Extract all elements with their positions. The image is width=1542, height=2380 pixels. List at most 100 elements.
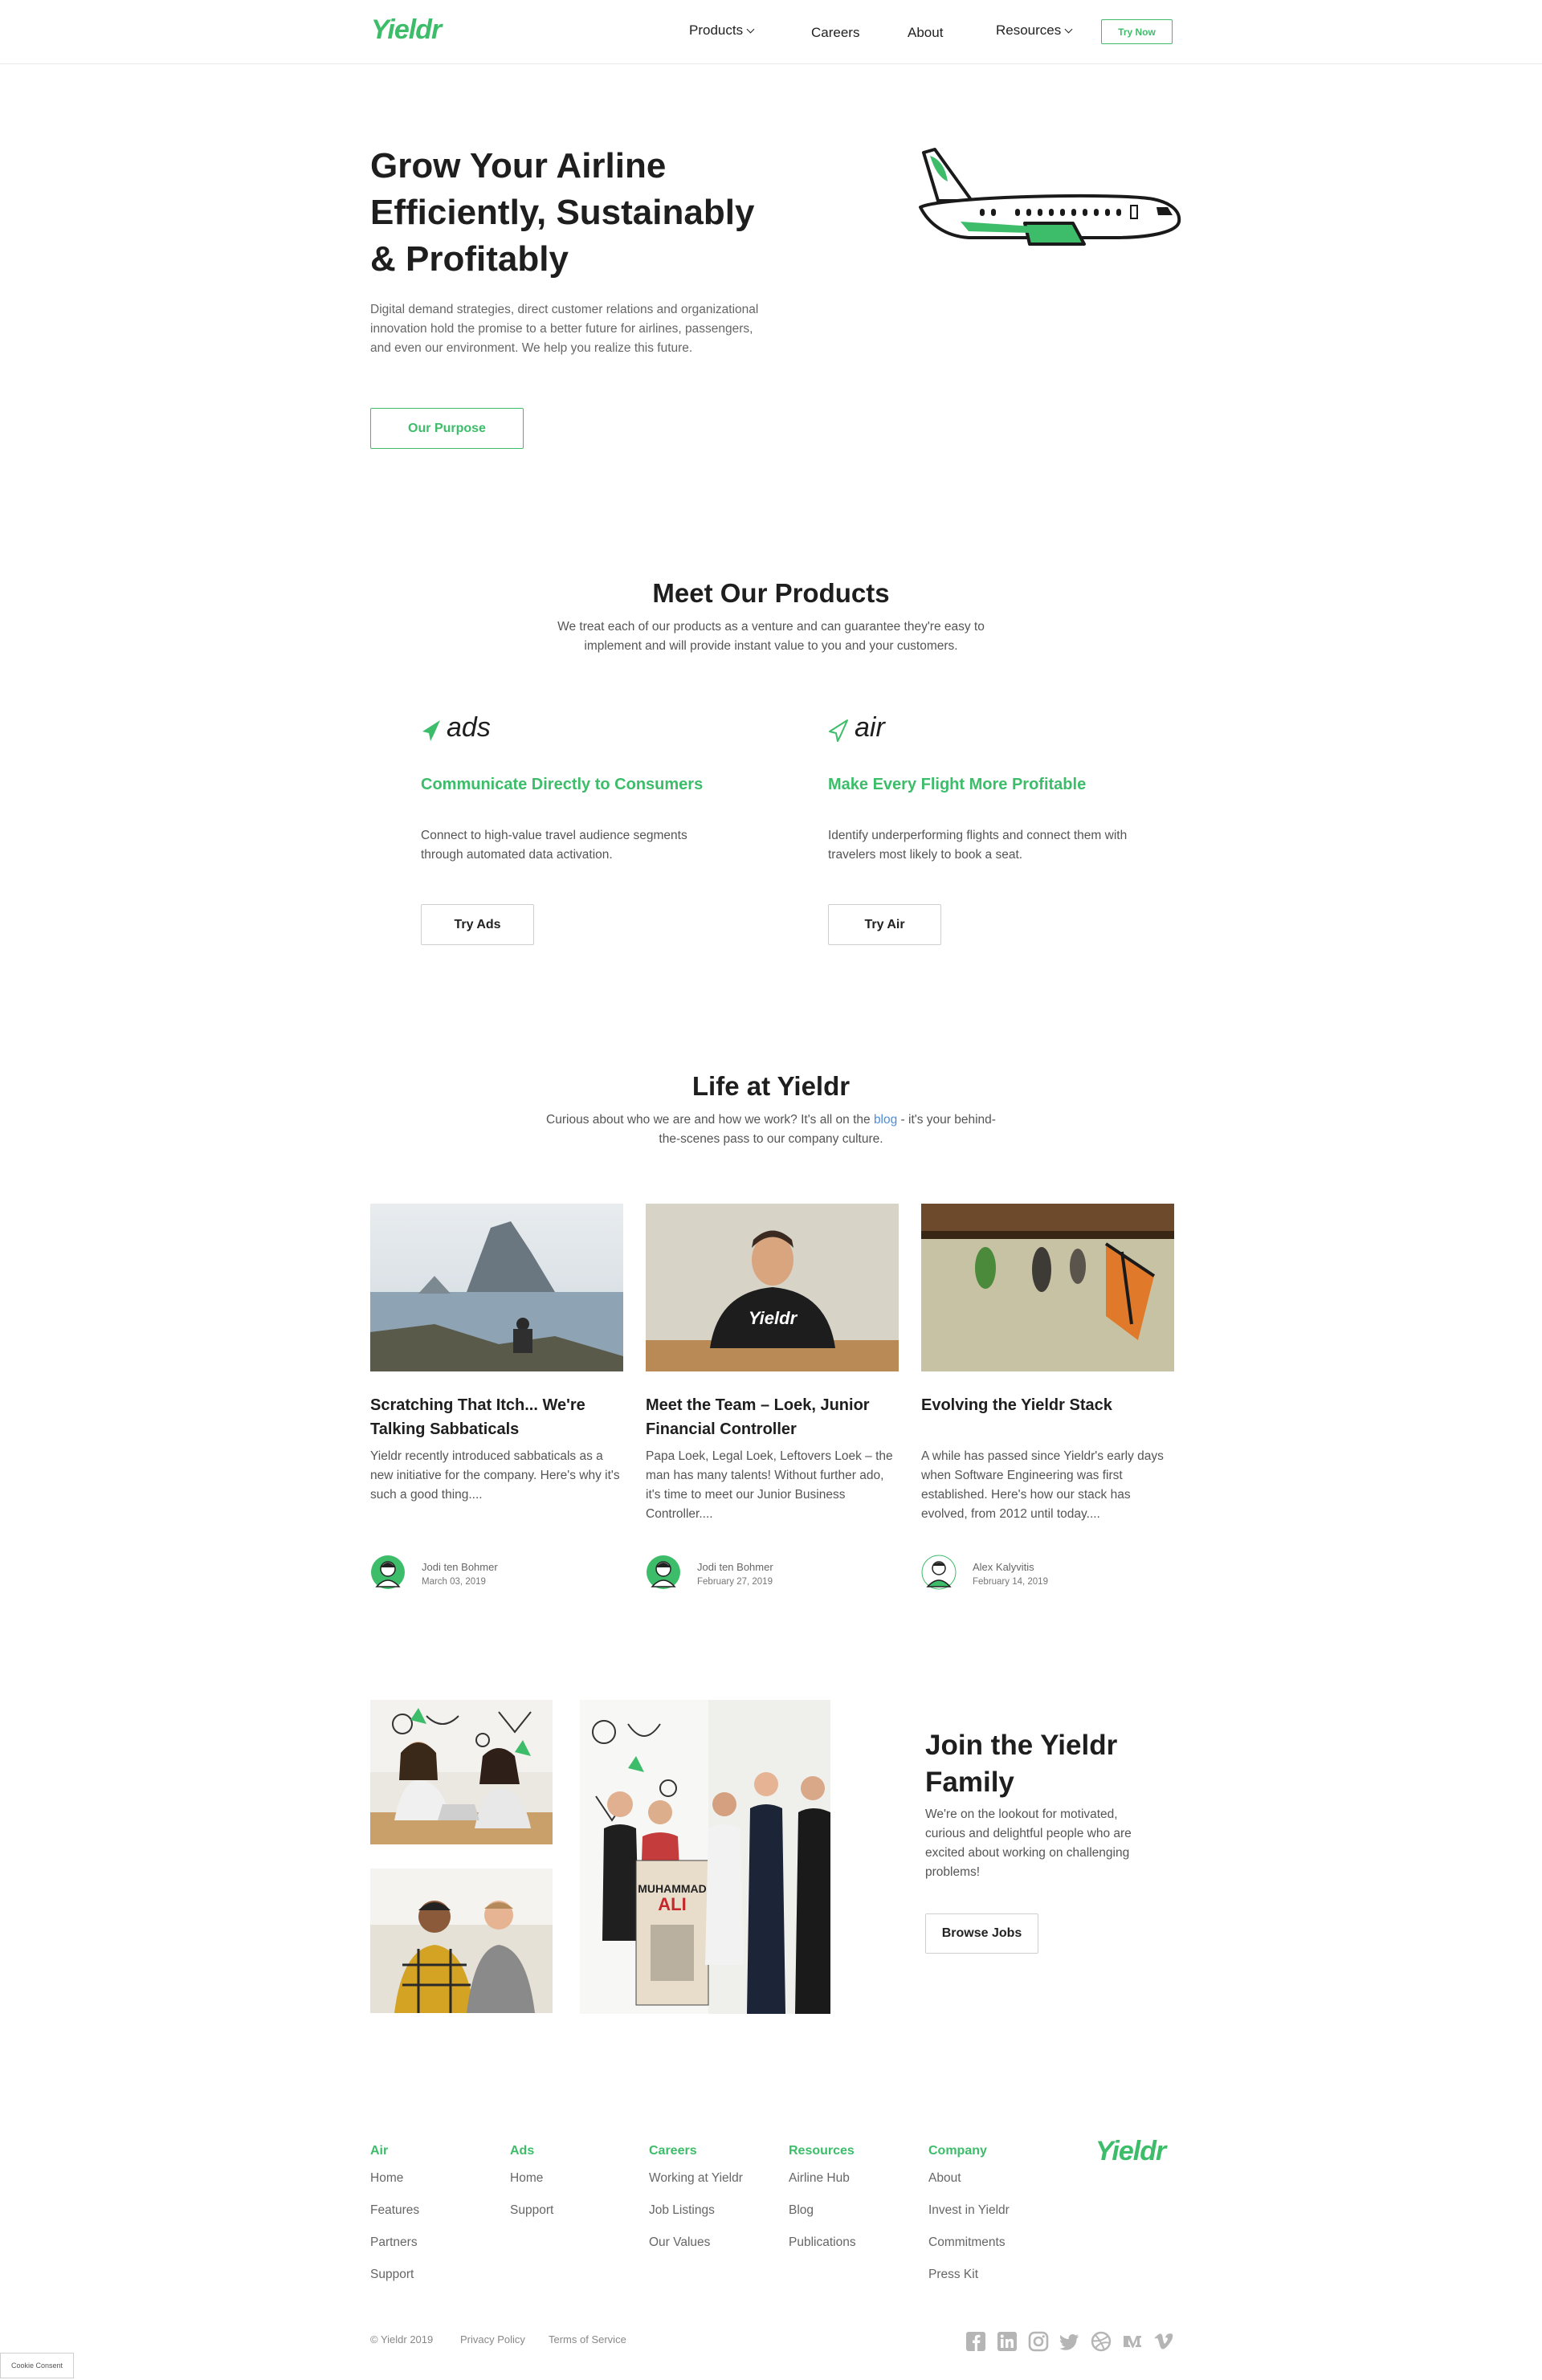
footer-heading-resources: Resources [789,2144,855,2158]
blog-title[interactable]: Evolving the Yieldr Stack [921,1393,1174,1417]
blog-title[interactable]: Scratching That Itch... We're Talking Sa… [370,1393,623,1441]
post-date: March 03, 2019 [422,1577,486,1587]
air-logo-text: air [855,712,885,743]
cookie-consent-button[interactable]: Cookie Consent [0,2353,74,2378]
footer-link[interactable]: About [928,2171,961,2186]
nav-resources-label: Resources [996,22,1062,38]
author-avatar [647,1555,680,1589]
island-photo[interactable] [370,1204,623,1371]
blog-title[interactable]: Meet the Team – Loek, Junior Financial C… [646,1393,899,1441]
footer-link[interactable]: Blog [789,2203,814,2218]
footer-link[interactable]: Features [370,2203,419,2218]
ads-description: Connect to high-value travel audience se… [421,829,687,862]
blog-excerpt: Papa Loek, Legal Loek, Leftovers Loek – … [646,1449,893,1521]
hero-description: Digital demand strategies, direct custom… [370,303,759,355]
instagram-icon[interactable] [1028,2331,1049,2352]
try-air-button[interactable]: Try Air [828,904,941,945]
site-header: Yieldr Products Careers About Resources … [0,0,1542,64]
air-description: Identify underperforming flights and con… [828,829,1128,862]
twitter-icon[interactable] [1059,2331,1080,2352]
try-ads-button[interactable]: Try Ads [421,904,534,945]
header-logo[interactable]: Yieldr [371,14,442,46]
paper-plane-filled-icon [422,720,440,741]
team-member-photo-art: Yieldr [646,1204,899,1371]
blog-excerpt: A while has passed since Yieldr's early … [921,1449,1164,1521]
facebook-icon[interactable] [965,2331,986,2352]
nav-about-label: About [908,25,944,40]
privacy-policy-link[interactable]: Privacy Policy [460,2333,525,2345]
life-title: Life at Yieldr [691,1071,851,1101]
nav-careers-label: Careers [811,25,860,40]
join-title-line: Join the Yieldr [925,1730,1118,1761]
footer-link[interactable]: Working at Yieldr [649,2171,743,2186]
hero-title-line: Grow Your Airline [370,146,667,185]
poster-text-line2: ALI [658,1894,686,1914]
footer-link[interactable]: Publications [789,2235,856,2250]
products-title: Meet Our Products [652,578,890,608]
dribbble-icon[interactable] [1091,2331,1112,2352]
copyright-text: © Yieldr 2019 [370,2333,434,2345]
join-description: We're on the lookout for motivated, curi… [925,1807,1132,1879]
footer-link[interactable]: Press Kit [928,2268,978,2282]
footer-link[interactable]: Our Values [649,2235,710,2250]
linkedin-icon[interactable] [997,2331,1018,2352]
footer-link[interactable]: Job Listings [649,2203,715,2218]
butterfly-cocoons-photo-art [921,1204,1174,1371]
author-name: Alex Kalyvitis [973,1561,1034,1573]
try-now-button[interactable]: Try Now [1101,19,1173,44]
products-subtitle: We treat each of our products as a ventu… [557,620,985,653]
shirt-logo-text: Yieldr [749,1308,798,1328]
footer-link[interactable]: Invest in Yieldr [928,2203,1010,2218]
footer-link[interactable]: Commitments [928,2235,1006,2250]
medium-icon[interactable] [1122,2331,1143,2352]
team-photo-laptop [370,1700,553,1844]
footer-link[interactable]: Support [510,2203,553,2218]
footer-link[interactable]: Partners [370,2235,418,2250]
airplane-illustration [919,148,1181,246]
browse-jobs-button[interactable]: Browse Jobs [925,1913,1038,1954]
team-member-photo[interactable]: Yieldr [646,1204,899,1371]
air-title: Make Every Flight More Profitable [828,776,1087,793]
footer-heading-ads: Ads [510,2144,535,2158]
blog-excerpt: Yieldr recently introduced sabbaticals a… [370,1449,620,1502]
footer-link[interactable]: Home [510,2171,543,2186]
team-photo-friends [370,1869,553,2013]
nav-resources[interactable]: Resources [996,22,1073,39]
join-title: Join the Yieldr Family [925,1727,1150,1801]
nav-products[interactable]: Products [689,22,755,39]
chevron-down-icon [746,25,755,34]
join-title-line: Family [925,1767,1014,1798]
ads-title: Communicate Directly to Consumers [421,776,704,793]
poster-text-line1: MUHAMMAD [638,1882,707,1895]
footer-heading-air: Air [370,2144,389,2158]
chevron-down-icon [1064,25,1073,34]
footer-link[interactable]: Support [370,2268,414,2282]
post-date: February 27, 2019 [697,1577,773,1587]
footer-heading-company: Company [928,2144,987,2158]
blog-link[interactable]: blog [874,1113,897,1127]
hero-title: Grow Your Airline Efficiently, Sustainab… [370,143,788,283]
hero-title-line: & Profitably [370,239,569,279]
footer-link[interactable]: Home [370,2171,403,2186]
airplane-wing [1023,222,1086,246]
terms-of-service-link[interactable]: Terms of Service [549,2333,626,2345]
paper-plane-outline-icon [829,719,848,742]
our-purpose-button[interactable]: Our Purpose [370,408,524,449]
vimeo-icon[interactable] [1153,2331,1174,2352]
life-subtitle-text: Curious about who we are and how we work… [546,1113,874,1127]
author-avatar [921,1555,957,1590]
footer-link[interactable]: Airline Hub [789,2171,850,2186]
nav-careers[interactable]: Careers [811,25,859,41]
nav-products-label: Products [689,22,744,38]
post-date: February 14, 2019 [973,1577,1048,1587]
nav-about[interactable]: About [908,25,943,41]
author-avatar [371,1555,405,1589]
life-subtitle: Curious about who we are and how we work… [546,1111,996,1149]
footer-heading-careers: Careers [649,2144,697,2158]
team-group-photo: MUHAMMAD ALI [580,1700,830,2014]
footer-logo[interactable]: Yieldr [1095,2136,1166,2167]
ads-logo-text: ads [447,712,491,743]
author-name: Jodi ten Bohmer [697,1561,773,1573]
island-photo-art [370,1204,623,1371]
butterfly-cocoons-photo[interactable] [921,1204,1174,1371]
